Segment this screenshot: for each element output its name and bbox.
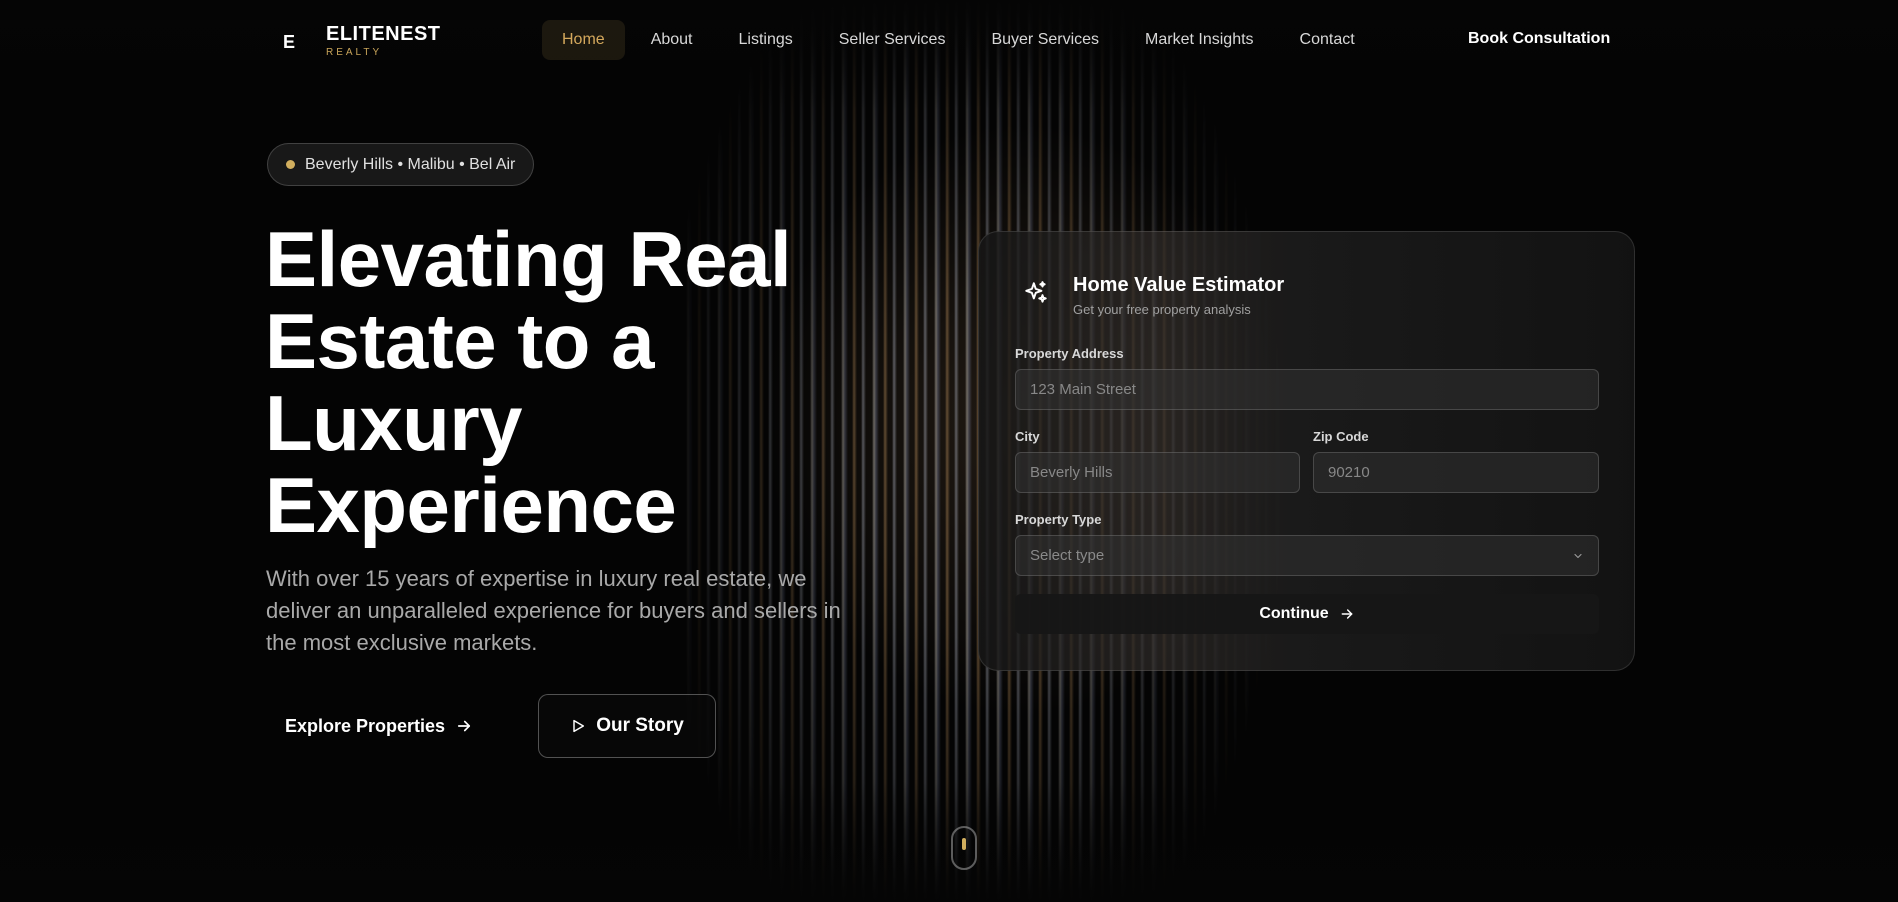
zip-code-label: Zip Code <box>1313 429 1369 444</box>
nav-link-market-insights[interactable]: Market Insights <box>1125 20 1273 60</box>
book-consultation-button[interactable]: Book Consultation <box>1468 30 1610 48</box>
nav-link-seller-services[interactable]: Seller Services <box>819 20 966 60</box>
hero-description: With over 15 years of expertise in luxur… <box>266 566 841 655</box>
sparkles-icon <box>1025 281 1047 303</box>
background-fade-bottom <box>0 782 1898 902</box>
logo-mark: E <box>282 31 295 52</box>
property-address-label: Property Address <box>1015 346 1124 361</box>
property-type-select[interactable]: Select type <box>1015 535 1599 576</box>
badge-dot-icon <box>286 160 295 169</box>
nav-link-listings[interactable]: Listings <box>719 20 813 60</box>
hero-title-line: Elevating Real <box>265 215 792 303</box>
hero-title-line: Luxury <box>265 379 523 467</box>
logo-text: ELITENEST REALTY <box>326 24 441 60</box>
hero-title-line: Experience <box>265 461 677 549</box>
estimator-subtitle: Get your free property analysis <box>1073 302 1251 317</box>
scroll-indicator-icon[interactable] <box>951 826 977 870</box>
city-field <box>1015 452 1300 493</box>
logo-name: ELITENEST <box>326 23 441 45</box>
chevron-down-icon <box>1574 553 1582 559</box>
play-icon <box>573 719 585 733</box>
continue-label: Continue <box>1259 605 1329 622</box>
logo-subtitle: REALTY <box>326 47 383 58</box>
property-type-selected: Select type <box>1030 547 1105 564</box>
city-label: City <box>1015 429 1040 444</box>
nav-link-about[interactable]: About <box>631 20 713 60</box>
arrow-right-icon <box>457 720 471 732</box>
location-badge: Beverly Hills • Malibu • Bel Air <box>267 143 535 186</box>
nav-link-buyer-services[interactable]: Buyer Services <box>971 20 1119 60</box>
our-story-label: Our Story <box>596 715 684 736</box>
hero-title: Elevating Real Estate to a Luxury Experi… <box>265 218 865 546</box>
nav-link-home[interactable]: Home <box>542 20 625 60</box>
property-type-label: Property Type <box>1015 512 1102 527</box>
property-address-field <box>1015 369 1599 410</box>
property-address-input[interactable] <box>1030 381 1584 398</box>
our-story-button[interactable]: Our Story <box>538 694 716 758</box>
zip-code-input[interactable] <box>1328 464 1584 481</box>
arrow-right-icon <box>1341 609 1353 619</box>
nav-link-contact[interactable]: Contact <box>1280 20 1375 60</box>
hero-title-line: Estate to a <box>265 297 654 385</box>
logo[interactable]: E ELITENEST REALTY <box>272 24 441 60</box>
explore-properties-button[interactable]: Explore Properties <box>266 694 492 758</box>
zip-code-field <box>1313 452 1599 493</box>
explore-properties-label: Explore Properties <box>284 715 446 736</box>
continue-button[interactable]: Continue <box>1015 594 1599 634</box>
scroll-indicator-dot <box>962 838 966 850</box>
estimator-title: Home Value Estimator <box>1073 274 1285 296</box>
city-input[interactable] <box>1030 464 1285 481</box>
top-navigation: E ELITENEST REALTY Home About Listings S… <box>0 0 1898 80</box>
home-value-estimator-card: Home Value Estimator Get your free prope… <box>978 231 1635 671</box>
location-badge-text: Beverly Hills • Malibu • Bel Air <box>305 155 516 173</box>
nav-links: Home About Listings Seller Services Buye… <box>542 20 1375 60</box>
